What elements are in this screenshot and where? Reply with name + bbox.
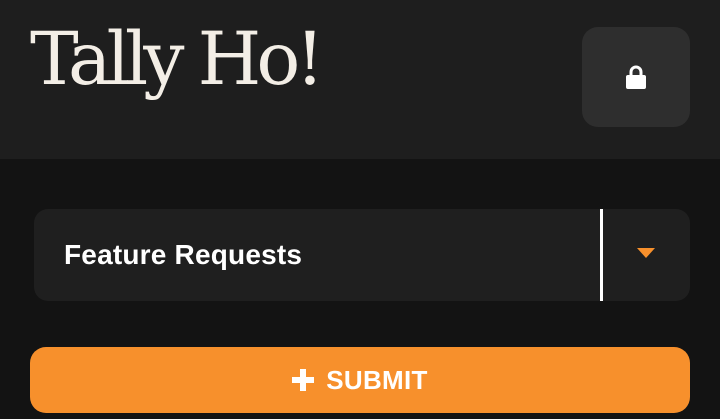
caret-down-icon[interactable]	[637, 248, 655, 258]
lock-button[interactable]	[582, 27, 690, 127]
submit-button[interactable]: SUBMIT	[30, 347, 690, 413]
lock-icon	[626, 65, 646, 89]
header: Tally Ho!	[0, 0, 720, 159]
submit-label: SUBMIT	[326, 364, 428, 395]
plus-icon	[292, 369, 315, 391]
app-page: Tally Ho! Feature Requests SUBMIT	[0, 0, 720, 419]
category-select-value: Feature Requests	[64, 239, 303, 270]
select-divider	[600, 209, 603, 301]
category-select[interactable]: Feature Requests	[34, 209, 690, 301]
logo: Tally Ho!	[30, 17, 325, 102]
